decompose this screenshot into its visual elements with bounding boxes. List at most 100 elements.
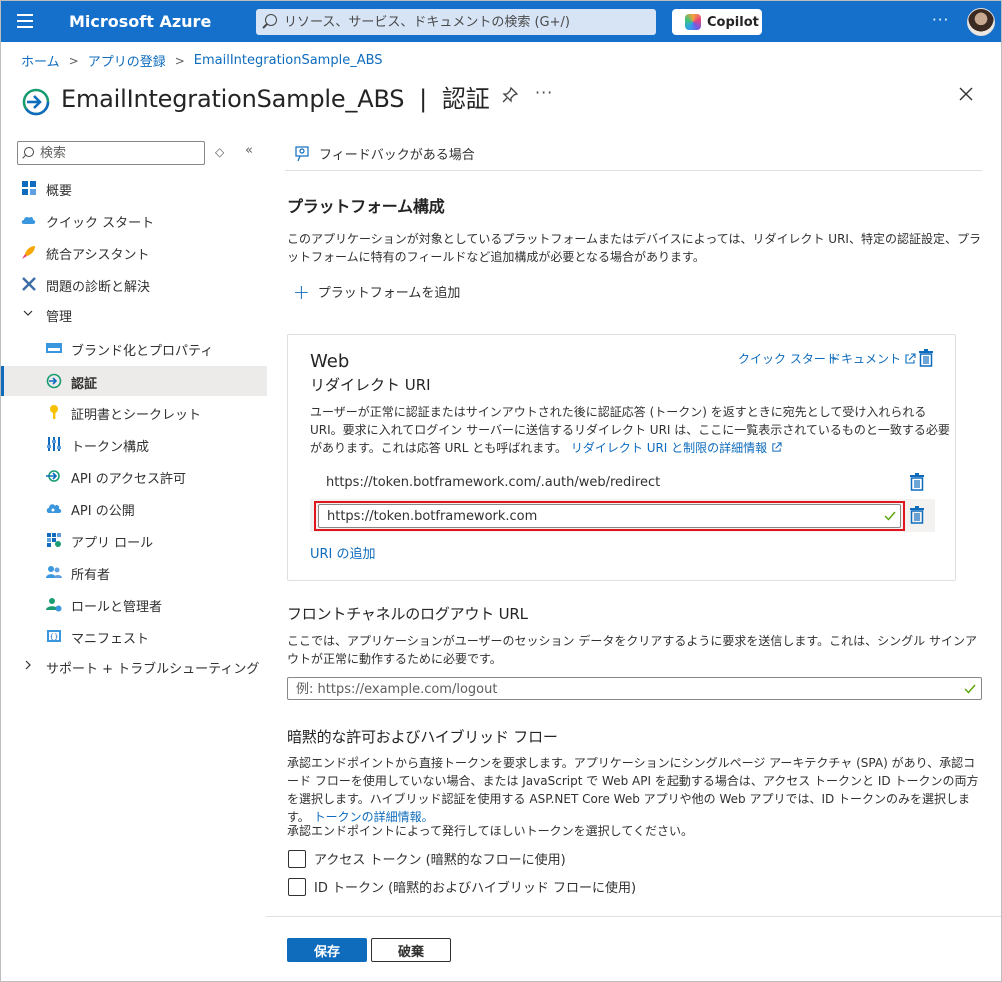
sidebar-item-label: マニフェスト xyxy=(71,632,150,647)
key-icon xyxy=(50,405,58,419)
sidebar-search[interactable] xyxy=(17,141,205,165)
plus-icon: + xyxy=(293,279,310,304)
sidebar-item-manifest[interactable]: {} マニフェスト xyxy=(1,621,267,651)
copilot-label: Copilot xyxy=(707,14,759,30)
id-token-option[interactable]: ID トークン (暗黙的およびハイブリッド フローに使用) xyxy=(288,877,636,896)
breadcrumb-app-registrations[interactable]: アプリの登録 xyxy=(88,51,166,70)
sidebar-group-manage[interactable]: 管理 xyxy=(1,299,267,329)
token-prompt: 承認エンドポイントによって発行してほしいトークンを選択してください。 xyxy=(287,824,693,838)
feedback-icon xyxy=(295,145,309,161)
add-platform-button[interactable]: + プラットフォームを追加 xyxy=(293,279,461,304)
sidebar-item-label: 概要 xyxy=(46,184,73,199)
sidebar-item-label: 統合アシスタント xyxy=(46,248,150,263)
sidebar-item-integration-assistant[interactable]: 統合アシスタント xyxy=(1,237,267,267)
sidebar-item-app-roles[interactable]: アプリ ロール xyxy=(1,525,267,555)
cloud-icon xyxy=(46,504,62,513)
collapse-sidebar-icon[interactable]: « xyxy=(245,143,253,158)
overview-icon xyxy=(22,181,36,195)
hamburger-menu-icon[interactable] xyxy=(17,14,33,28)
avatar[interactable] xyxy=(967,8,995,36)
sidebar-item-quickstart[interactable]: クイック スタート xyxy=(1,205,267,235)
docs-link[interactable]: ドキュメント xyxy=(829,350,916,367)
sidebar-item-label: 管理 xyxy=(46,310,73,325)
sidebar-item-label: 証明書とシークレット xyxy=(71,408,202,423)
sidebar-item-api-permissions[interactable]: API のアクセス許可 xyxy=(1,461,267,491)
sidebar-item-label: クイック スタート xyxy=(46,216,155,231)
implicit-heading: 暗黙的な許可およびハイブリッド フロー xyxy=(287,728,558,746)
delete-platform-icon[interactable] xyxy=(918,349,934,367)
discard-button[interactable]: 破棄 xyxy=(371,938,451,962)
delete-uri-icon[interactable] xyxy=(909,506,925,524)
title-more-icon[interactable]: ··· xyxy=(535,83,553,102)
copilot-icon xyxy=(685,14,701,30)
sidebar-item-label: サポート + トラブルシューティング xyxy=(46,662,260,677)
global-search-input[interactable] xyxy=(284,12,644,32)
redirect-uri-details-link[interactable]: リダイレクト URI と制限の詳細情報 xyxy=(571,441,767,455)
chevron-down-icon xyxy=(23,310,33,316)
app-roles-icon xyxy=(47,533,61,547)
checkmark-icon xyxy=(884,511,896,521)
save-button[interactable]: 保存 xyxy=(287,938,367,962)
sidebar-item-certificates[interactable]: 証明書とシークレット xyxy=(1,397,267,427)
sidebar-item-branding[interactable]: ブランド化とプロパティ xyxy=(1,333,267,363)
pin-icon[interactable] xyxy=(501,86,519,104)
feedback-button[interactable]: フィードバックがある場合 xyxy=(295,144,475,163)
svg-text:{}: {} xyxy=(50,633,59,641)
redirect-uri-2-field[interactable] xyxy=(318,504,901,528)
token-config-icon xyxy=(47,437,61,451)
logout-description: ここでは、アプリケーションがユーザーのセッション データをクリアするように要求を… xyxy=(287,634,977,666)
global-search[interactable] xyxy=(256,9,656,35)
web-card-subtitle: リダイレクト URI xyxy=(310,376,431,394)
top-bar: Microsoft Azure Copilot ··· xyxy=(1,1,1001,42)
web-platform-card: Web リダイレクト URI クイック スタート ドキュメント ユーザーが正常に… xyxy=(287,334,956,581)
sidebar-item-label: アプリ ロール xyxy=(71,536,154,551)
id-token-checkbox[interactable] xyxy=(288,877,306,896)
feedback-label: フィードバックがある場合 xyxy=(319,148,475,163)
close-icon[interactable] xyxy=(958,86,974,102)
sidebar-item-token-config[interactable]: トークン構成 xyxy=(1,429,267,459)
logout-heading: フロントチャネルのログアウト URL xyxy=(287,605,528,623)
sidebar-item-expose-api[interactable]: API の公開 xyxy=(1,493,267,523)
add-uri-link[interactable]: URI の追加 xyxy=(310,543,376,562)
access-token-label: アクセス トークン (暗黙的なフローに使用) xyxy=(314,853,566,868)
topbar-more-icon[interactable]: ··· xyxy=(932,11,949,29)
sort-icon[interactable]: ◇ xyxy=(215,145,224,159)
sidebar-item-roles-admins[interactable]: ロールと管理者 xyxy=(1,589,267,619)
sidebar-group-support[interactable]: サポート + トラブルシューティング xyxy=(1,651,267,681)
branding-icon xyxy=(46,343,62,353)
platform-heading: プラットフォーム構成 xyxy=(287,197,445,216)
add-platform-label: プラットフォームを追加 xyxy=(317,286,461,301)
authentication-icon xyxy=(46,373,62,389)
access-token-checkbox[interactable] xyxy=(288,849,306,868)
search-icon xyxy=(265,14,277,26)
quick-start-link[interactable]: クイック スタート xyxy=(738,350,838,367)
sidebar-item-label: トークン構成 xyxy=(71,440,150,455)
breadcrumb-home[interactable]: ホーム xyxy=(21,51,60,70)
chevron-right-icon xyxy=(25,660,31,670)
sidebar-item-overview[interactable]: 概要 xyxy=(1,173,267,203)
page-title: EmailIntegrationSample_ABS | 認証 xyxy=(61,85,490,113)
logout-url-field[interactable] xyxy=(287,677,982,700)
logout-url-input[interactable] xyxy=(296,681,946,697)
redirect-uri-1[interactable]: https://token.botframework.com/.auth/web… xyxy=(326,475,660,490)
copilot-button[interactable]: Copilot xyxy=(672,9,762,35)
access-token-option[interactable]: アクセス トークン (暗黙的なフローに使用) xyxy=(288,849,566,868)
sidebar-item-label: 認証 xyxy=(71,377,98,392)
footer-divider xyxy=(266,916,1001,917)
divider xyxy=(285,170,982,171)
sidebar-item-diagnose[interactable]: 問題の診断と解決 xyxy=(1,269,267,299)
sidebar-item-label: 問題の診断と解決 xyxy=(46,280,151,295)
owners-icon xyxy=(46,566,62,578)
docs-label: ドキュメント xyxy=(829,352,902,366)
web-card-title: Web xyxy=(310,351,350,372)
sidebar-item-owners[interactable]: 所有者 xyxy=(1,557,267,587)
brand-title[interactable]: Microsoft Azure xyxy=(69,12,211,31)
roles-admins-icon xyxy=(46,598,62,612)
sidebar-search-input[interactable] xyxy=(40,145,200,161)
redirect-uri-2-input[interactable] xyxy=(327,508,867,524)
delete-uri-icon[interactable] xyxy=(909,473,925,491)
sidebar-item-authentication[interactable]: 認証 xyxy=(1,366,267,396)
implicit-description: 承認エンドポイントから直接トークンを要求します。アプリケーションにシングルページ… xyxy=(287,754,985,826)
breadcrumb-app[interactable]: EmailIntegrationSample_ABS xyxy=(194,53,383,68)
tools-icon xyxy=(22,277,36,291)
